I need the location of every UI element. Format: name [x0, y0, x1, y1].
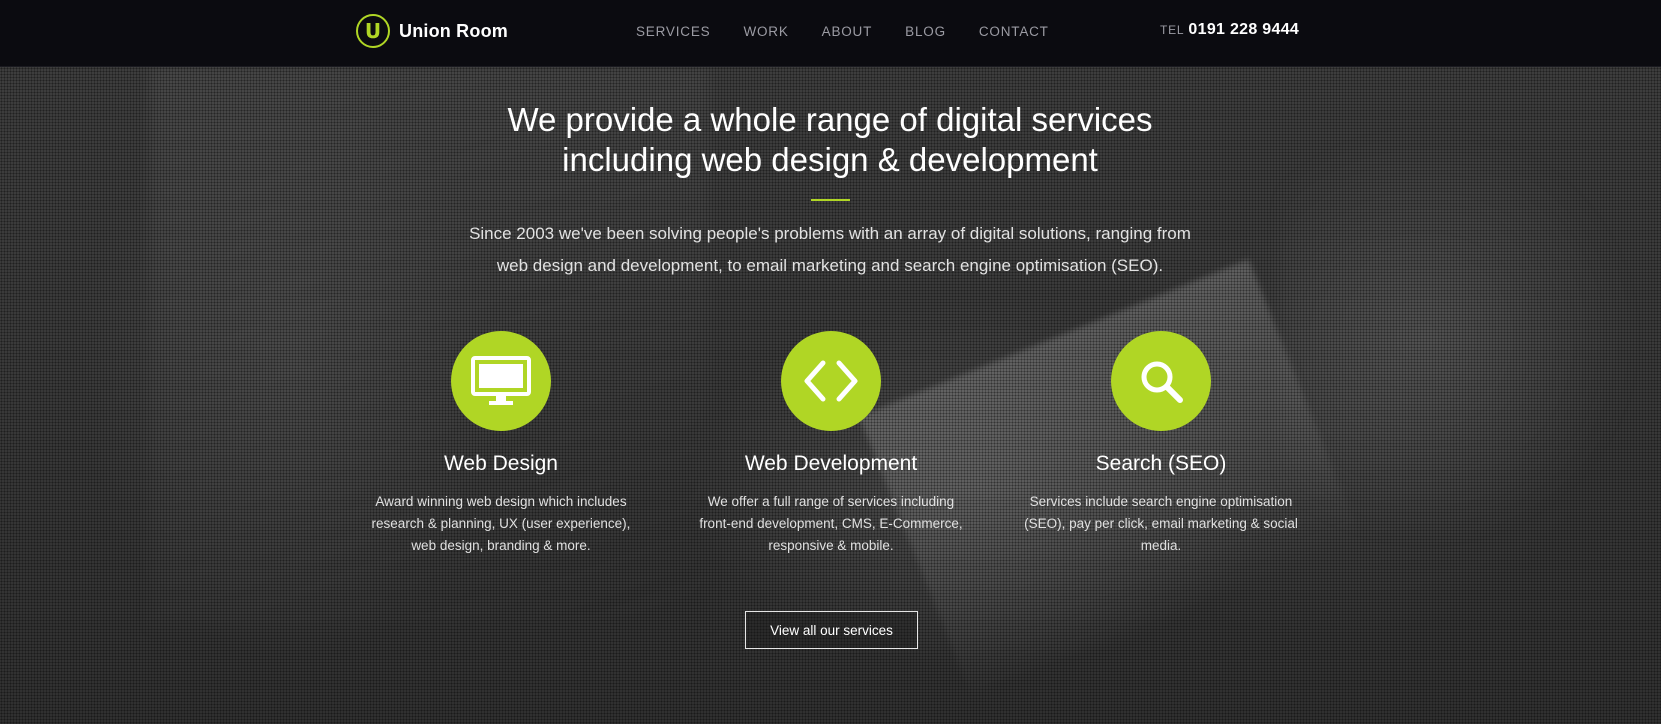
logo-letter: U	[364, 18, 382, 43]
seo-icon-circle	[1111, 331, 1211, 431]
nav-work[interactable]: WORK	[743, 22, 788, 42]
main-nav: SERVICES WORK ABOUT BLOG CONTACT	[636, 22, 1082, 42]
tel-number[interactable]: 0191 228 9444	[1188, 21, 1299, 39]
desc-line: media.	[1140, 538, 1182, 553]
service-web-design[interactable]: Web Design Award winning web design whic…	[351, 331, 651, 557]
web-design-icon-circle	[451, 331, 551, 431]
web-development-icon-circle	[781, 331, 881, 431]
service-description: We offer a full range of services includ…	[681, 491, 981, 557]
headline-line-1: We provide a whole range of digital serv…	[507, 101, 1153, 138]
desc-line: research & planning, UX (user experience…	[371, 516, 631, 531]
phone-contact[interactable]: TEL 0191 228 9444	[1160, 21, 1299, 43]
intro-line-1: Since 2003 we've been solving people's p…	[469, 224, 1191, 243]
hero-headline: We provide a whole range of digital serv…	[380, 100, 1280, 180]
desc-line: (SEO), pay per click, email marketing & …	[1024, 516, 1298, 531]
desc-line: front-end development, CMS, E-Commerce,	[699, 516, 963, 531]
service-description: Award winning web design which includes …	[351, 491, 651, 557]
code-brackets-icon	[804, 360, 858, 402]
page: U Union Room SERVICES WORK ABOUT BLOG CO…	[0, 0, 1661, 724]
tel-label: TEL	[1160, 23, 1185, 37]
service-title: Search (SEO)	[1095, 452, 1227, 475]
accent-divider	[811, 199, 850, 201]
service-title: Web Development	[744, 452, 918, 475]
intro-line-2: web design and development, to email mar…	[496, 256, 1164, 275]
desc-line: We offer a full range of services includ…	[707, 494, 955, 509]
headline-line-2: including web design & development	[562, 141, 1098, 178]
desc-line: Services include search engine optimisat…	[1029, 494, 1293, 509]
brand-name: Union Room	[399, 20, 508, 41]
monitor-icon	[471, 356, 531, 405]
background-hand	[1280, 127, 1640, 547]
service-search-seo[interactable]: Search (SEO) Services include search eng…	[1011, 331, 1311, 557]
logo-link[interactable]: U Union Room	[356, 14, 508, 48]
nav-blog[interactable]: BLOG	[905, 22, 946, 42]
logo-icon: U	[356, 14, 390, 48]
desc-line: web design, branding & more.	[411, 538, 591, 553]
desc-line: Award winning web design which includes	[375, 494, 627, 509]
search-icon	[1141, 361, 1183, 403]
nav-about[interactable]: ABOUT	[822, 22, 873, 42]
site-header: U Union Room SERVICES WORK ABOUT BLOG CO…	[0, 0, 1661, 67]
view-all-services-button[interactable]: View all our services	[745, 611, 918, 649]
hero-intro: Since 2003 we've been solving people's p…	[380, 218, 1280, 282]
service-title: Web Design	[443, 452, 558, 475]
service-description: Services include search engine optimisat…	[1011, 491, 1311, 557]
nav-contact[interactable]: CONTACT	[979, 22, 1049, 42]
nav-services[interactable]: SERVICES	[636, 22, 710, 42]
service-web-development[interactable]: Web Development We offer a full range of…	[681, 331, 981, 557]
desc-line: responsive & mobile.	[768, 538, 894, 553]
